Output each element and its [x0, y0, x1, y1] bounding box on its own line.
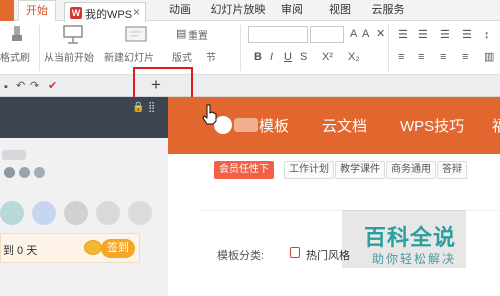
coin-icon — [84, 240, 102, 255]
avatar[interactable] — [0, 201, 24, 225]
tab-slideshow[interactable]: 幻灯片放映 — [210, 0, 266, 21]
line-spacing-icon[interactable]: ↕ — [484, 29, 490, 41]
document-tab-bar: ▪ ↶ ↷ ✔ — [0, 75, 500, 97]
strikethrough-icon[interactable]: S — [300, 51, 307, 63]
format-painter-label: 格式刷 — [0, 53, 30, 64]
tab-animation[interactable]: 动画 — [164, 0, 196, 21]
avatar[interactable] — [128, 201, 152, 225]
filter-work-plan[interactable]: 工作计划 — [284, 161, 334, 179]
filter-defense[interactable]: 答辩 — [437, 161, 467, 179]
layout-label[interactable]: 版式 — [172, 49, 192, 64]
nav-tab-wps-tips[interactable]: WPS技巧 — [400, 115, 464, 136]
paintbrush-icon — [12, 26, 22, 41]
nav-tab-cloud-docs[interactable]: 云文档 — [322, 115, 367, 136]
member-badge-icon — [34, 167, 45, 178]
ribbon-toolbar: 格式刷 从当前开始 新建幻灯片 ▤ 重置 版式 节 A A ✕ B I U S … — [0, 21, 500, 75]
tab-review[interactable]: 审阅 — [276, 0, 308, 21]
outdent-icon[interactable]: ☰ — [462, 29, 472, 41]
checkin-card: 到 0 天 签到 — [0, 233, 140, 263]
filter-vip[interactable]: 会员任性下 — [214, 161, 274, 179]
align-center-icon[interactable]: ≡ — [418, 51, 424, 63]
vip-badge-icon — [19, 167, 30, 178]
justify-icon[interactable]: ≡ — [462, 51, 468, 63]
left-panel-header: 🔒 ⣿ — [0, 97, 168, 138]
superscript-icon[interactable]: X² — [322, 51, 333, 63]
tab-view[interactable]: 视图 — [324, 0, 356, 21]
grow-font-icon[interactable]: A — [350, 28, 357, 40]
blurred-text — [234, 118, 258, 132]
section-label[interactable]: 节 — [206, 49, 216, 64]
tab-home[interactable]: 开始 — [18, 0, 56, 22]
font-size-field[interactable] — [310, 26, 344, 43]
bullet-list-icon[interactable]: ☰ — [398, 29, 408, 41]
font-name-field[interactable] — [248, 26, 308, 43]
signin-button[interactable]: 签到 — [101, 239, 135, 258]
watermark-title: 百科全说 — [364, 225, 457, 250]
category-label: 模板分类: — [217, 250, 265, 262]
new-slide-label: 新建幻灯片 — [104, 53, 154, 64]
watermark-subtitle: 助你轻松解决 — [372, 252, 457, 266]
align-right-icon[interactable]: ≡ — [440, 51, 446, 63]
save-icon[interactable]: ▪ — [4, 81, 8, 93]
bold-icon[interactable]: B — [254, 51, 262, 63]
close-icon[interactable]: × — [133, 5, 140, 19]
wps-logo-icon: W — [70, 7, 82, 19]
level-badge-icon — [4, 167, 15, 178]
checkin-days-text: 到 0 天 — [3, 245, 38, 257]
pin-icon[interactable]: ✔ — [48, 80, 57, 92]
align-left-icon[interactable]: ≡ — [398, 51, 404, 63]
indent-icon[interactable]: ☰ — [440, 29, 450, 41]
toolbar-divider — [388, 25, 389, 71]
doc-tab-label: 我的WPS — [85, 9, 133, 21]
projector-icon — [63, 25, 83, 44]
nav-tab-welfare[interactable]: 福 — [492, 115, 500, 136]
italic-icon[interactable]: I — [270, 51, 273, 63]
redo-icon[interactable]: ↷ — [30, 80, 39, 92]
play-from-current-button[interactable] — [62, 25, 84, 48]
undo-icon[interactable]: ↶ — [16, 80, 25, 92]
tab-cloud-services[interactable]: 云服务 — [368, 0, 408, 21]
avatar[interactable] — [96, 201, 120, 225]
columns-icon[interactable]: ▥ — [484, 51, 494, 63]
new-slide-button[interactable] — [124, 25, 148, 48]
layout-icon: ▤ — [176, 28, 187, 40]
number-list-icon[interactable]: ☰ — [418, 29, 428, 41]
from-current-label: 从当前开始 — [44, 53, 94, 64]
shrink-font-icon[interactable]: A — [362, 28, 369, 40]
clear-format-icon[interactable]: ✕ — [376, 28, 385, 40]
subscript-icon[interactable]: X₂ — [348, 51, 360, 63]
grid-icon[interactable]: ⣿ — [148, 102, 155, 113]
filter-business[interactable]: 商务通用 — [386, 161, 436, 179]
hand-cursor-icon — [202, 104, 217, 125]
format-painter-button[interactable] — [6, 25, 28, 46]
lock-icon[interactable]: 🔒 — [132, 102, 144, 113]
underline-icon[interactable]: U — [284, 51, 292, 63]
doc-tab-my-wps[interactable]: W 我的WPS × — [64, 2, 146, 22]
username-blur — [2, 150, 26, 160]
new-slide-icon — [125, 26, 147, 42]
reset-label[interactable]: 重置 — [188, 27, 208, 42]
toolbar-divider — [39, 25, 40, 71]
app-menu-button[interactable] — [0, 0, 14, 21]
avatar[interactable] — [64, 201, 88, 225]
filter-courseware[interactable]: 教学课件 — [335, 161, 385, 179]
toolbar-divider — [240, 25, 241, 71]
nav-tab-templates[interactable]: 模板 — [259, 115, 289, 136]
avatar[interactable] — [32, 201, 56, 225]
hot-style-icon — [290, 247, 300, 258]
